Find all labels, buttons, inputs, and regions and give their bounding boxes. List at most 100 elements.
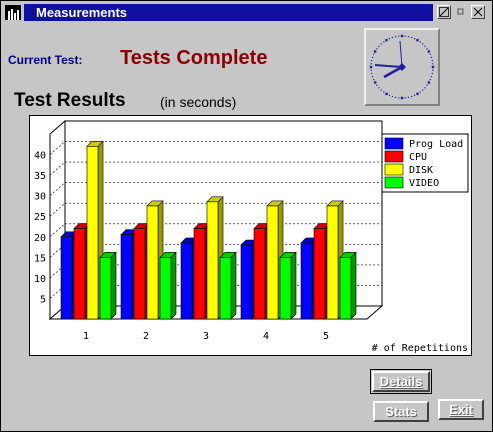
clock-tick <box>432 69 434 71</box>
clock-tick <box>371 75 374 78</box>
clock-tick <box>419 41 421 43</box>
exit-button[interactable]: Exit <box>438 399 484 420</box>
bar-front <box>313 228 326 320</box>
clock-tick <box>371 72 373 75</box>
clock-tick <box>380 89 382 91</box>
legend-label: CPU <box>409 152 427 163</box>
results-chart: 5 10 15 20 25 30 35 40 1 2 3 4 5 # of Repetitions Prog… <box>29 115 472 356</box>
bar-front <box>253 228 266 320</box>
clock-tick <box>414 38 416 40</box>
clock-tick <box>419 91 421 93</box>
bar-front <box>193 228 206 320</box>
clock-tick <box>407 96 410 98</box>
clock-tick <box>394 96 397 98</box>
bar-front <box>60 236 73 320</box>
stats-button[interactable]: Stats <box>373 401 429 422</box>
minimize-icon[interactable] <box>454 5 468 19</box>
clock-tick <box>416 92 419 96</box>
clock-tick <box>385 92 388 96</box>
clock-tick <box>371 56 374 59</box>
clock-tick <box>424 87 426 89</box>
clock-tick <box>394 36 397 38</box>
clock-hour-hand <box>383 65 403 79</box>
y-tick-label: 15 <box>34 253 46 264</box>
clock-tick <box>431 72 433 75</box>
clock-tick <box>380 43 382 45</box>
clock-tick <box>383 91 385 93</box>
results-units: (in seconds) <box>160 94 237 110</box>
legend-label: Prog Load <box>409 139 463 150</box>
clock-tick <box>414 94 416 96</box>
bar-side <box>110 251 117 320</box>
clock-tick <box>370 63 372 65</box>
bar-front <box>300 242 313 320</box>
clock-icon <box>364 28 440 106</box>
clock-tick <box>373 53 375 55</box>
bar-front <box>326 205 339 320</box>
resize-icon[interactable] <box>437 5 451 19</box>
y-tick-label: 35 <box>34 171 46 182</box>
clock-tick <box>400 96 404 100</box>
close-icon[interactable] <box>471 5 485 19</box>
clock-tick <box>398 35 400 37</box>
clock-tick <box>432 63 434 65</box>
chart-legend: Prog Load CPU DISK VIDEO <box>381 133 469 193</box>
bar-front <box>120 234 133 320</box>
clock-tick <box>388 94 390 96</box>
bar-front <box>99 257 112 320</box>
clock-second-hand <box>399 40 403 68</box>
x-tick-label: 5 <box>323 331 329 342</box>
bar-front <box>279 257 292 320</box>
clock-tick <box>424 45 426 47</box>
clock-tick <box>373 50 377 53</box>
x-tick-label: 2 <box>143 331 149 342</box>
legend-swatch <box>384 163 404 176</box>
bar <box>99 251 117 320</box>
x-tick-label: 1 <box>83 331 89 342</box>
clock-tick <box>427 50 431 53</box>
bar-front <box>133 228 146 320</box>
bar-front <box>240 244 253 320</box>
clock-tick <box>404 97 406 99</box>
clock-tick <box>373 81 377 84</box>
bar-front <box>86 146 99 320</box>
bar-front <box>219 257 232 320</box>
legend-label: VIDEO <box>409 178 439 189</box>
clock-tick <box>383 41 385 43</box>
bar-front <box>339 257 352 320</box>
bar-front <box>180 242 193 320</box>
clock-tick <box>410 36 413 39</box>
bar-front <box>159 257 172 320</box>
stats-button-label: Stats <box>385 404 417 419</box>
bar-side <box>170 251 177 320</box>
bar-side <box>290 251 297 320</box>
measurements-window: Measurements Current Test: Tests Complet… <box>0 0 493 432</box>
app-menu-icon[interactable] <box>5 5 21 20</box>
y-tick-label: 20 <box>34 233 46 244</box>
clock-tick <box>429 79 431 81</box>
bar <box>219 251 237 320</box>
clock-tick <box>391 95 394 98</box>
clock-tick <box>376 84 378 86</box>
clock-tick <box>391 36 394 39</box>
details-button[interactable]: Details <box>372 371 430 392</box>
clock-tick <box>430 75 433 78</box>
clock-tick <box>416 38 419 42</box>
results-title: Test Results <box>14 90 126 111</box>
y-tick-label: 25 <box>34 212 46 223</box>
clock-tick <box>426 48 428 50</box>
clock-tick <box>370 69 372 71</box>
bar <box>339 251 357 320</box>
clock-tick <box>407 36 410 38</box>
clock-tick <box>422 43 424 45</box>
clock-minute-hand <box>374 64 403 68</box>
title-bar[interactable]: Measurements <box>3 3 490 22</box>
bar-side <box>230 251 237 320</box>
bar <box>279 251 297 320</box>
clock-tick <box>427 81 431 84</box>
x-tick-label: 3 <box>203 331 209 342</box>
clock-tick <box>371 59 373 62</box>
clock-tick <box>429 53 431 55</box>
clock-tick <box>404 35 406 37</box>
clock-tick <box>400 34 404 38</box>
